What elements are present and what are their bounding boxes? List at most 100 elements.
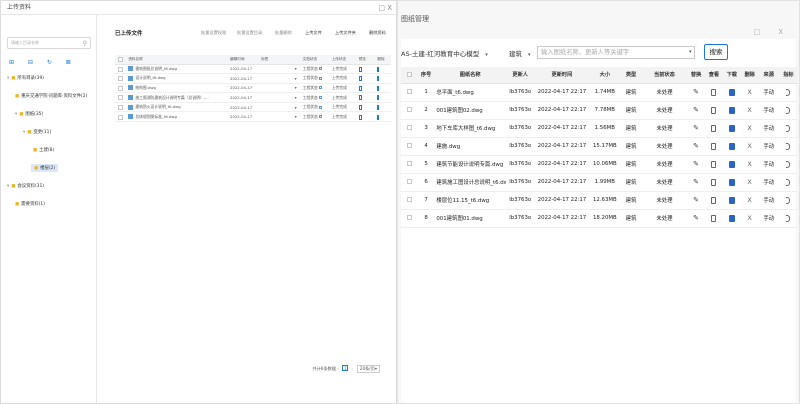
page-size-select[interactable]: 20条/页▾ [356, 365, 380, 373]
delete-x-icon[interactable]: X [747, 178, 751, 186]
tree-item-meetings[interactable]: ▾ ■ 会议资料(31) [7, 183, 44, 189]
download-icon[interactable] [728, 196, 735, 204]
view-document-icon[interactable] [711, 178, 717, 186]
tree-item-all[interactable]: ▾ ■ 所有目录(39) [7, 75, 44, 81]
delete-material-button[interactable]: 删除资料 [369, 30, 386, 36]
header-select-all[interactable] [401, 67, 418, 84]
row-checkbox[interactable] [118, 104, 123, 110]
preview-icon[interactable] [358, 95, 362, 101]
row-checkbox[interactable] [118, 66, 123, 72]
row-checkbox[interactable] [406, 179, 412, 184]
doc-status[interactable]: 工程状态 [303, 95, 318, 100]
keyword-search-input[interactable]: 输入图纸名称、更新人等关键字 [537, 46, 695, 59]
delete-icon[interactable] [377, 114, 380, 120]
file-name[interactable]: 建筑图纸总说明_t6.dwg [135, 66, 177, 71]
model-select[interactable]: AS-土建-红河教育中心模型 ▾ [401, 48, 488, 58]
metric-icon[interactable] [786, 160, 791, 168]
delete-x-icon[interactable]: X [747, 88, 751, 96]
tree-item-changes[interactable]: ▾ ■ 变更(11) [23, 129, 51, 135]
batch-directory-button[interactable]: 批量设置目录 [237, 30, 262, 36]
file-name[interactable]: 施工图消防建筑设计说明专篇（总说明）-... [135, 95, 208, 100]
metric-icon[interactable] [786, 124, 791, 132]
checkbox[interactable] [118, 56, 123, 62]
delete-icon[interactable] [377, 104, 380, 110]
preview-icon[interactable] [358, 85, 362, 91]
metric-icon[interactable] [786, 196, 791, 204]
doc-status[interactable]: 工程状态 [303, 114, 318, 119]
caret-down-icon[interactable]: ▾ [7, 184, 9, 189]
chevron-down-icon[interactable]: ▾ [689, 49, 692, 55]
metric-icon[interactable] [786, 178, 791, 186]
doc-status[interactable]: 工程状态 [303, 104, 318, 109]
row-checkbox[interactable] [118, 114, 123, 120]
view-document-icon[interactable] [711, 160, 717, 168]
batch-permission-button[interactable]: 批量设置权限 [201, 30, 226, 36]
metric-icon[interactable] [786, 88, 791, 96]
row-checkbox[interactable] [406, 197, 412, 202]
delete-icon[interactable] [377, 85, 380, 91]
download-icon[interactable] [728, 106, 735, 114]
delete-x-icon[interactable]: X [747, 196, 751, 204]
view-document-icon[interactable] [711, 124, 717, 132]
download-icon[interactable] [728, 214, 735, 222]
metric-icon[interactable] [786, 142, 791, 150]
drawing-name[interactable]: 地下车库大样图_t6.dwg [434, 119, 506, 138]
tag-dropdown[interactable]: ▾ [258, 111, 300, 123]
tree-item-drawings[interactable]: ▾ ■ 图纸(35) [15, 111, 43, 117]
preview-icon[interactable] [358, 66, 362, 72]
delete-icon[interactable] [377, 76, 380, 82]
row-checkbox[interactable] [406, 89, 412, 94]
drawing-name[interactable]: 楼层位11.15_t6.dwg [434, 191, 506, 210]
batch-delete-button[interactable]: 批量删除 [275, 30, 292, 36]
edit-pen-icon[interactable]: ✎ [693, 178, 699, 185]
metric-icon[interactable] [786, 106, 791, 114]
preview-icon[interactable] [358, 76, 362, 82]
row-checkbox[interactable] [118, 76, 123, 82]
delete-x-icon[interactable]: X [747, 142, 751, 150]
drawing-name[interactable]: 建筑施工图设计总说明_t6.dwg [434, 173, 506, 192]
major-select[interactable]: 建筑 ▾ [509, 48, 531, 58]
row-checkbox[interactable] [406, 107, 412, 112]
tree-item-civil[interactable]: ■ 土建(8) [33, 147, 54, 153]
upload-file-button[interactable]: 上传文件 [305, 30, 322, 36]
row-checkbox[interactable] [406, 161, 412, 166]
file-name[interactable]: 设计说明_t6.dwg [135, 75, 165, 80]
edit-pen-icon[interactable]: ✎ [693, 88, 699, 95]
metric-icon[interactable] [786, 214, 791, 222]
row-checkbox[interactable] [406, 143, 412, 148]
row-checkbox[interactable] [118, 95, 123, 101]
checkbox[interactable] [406, 71, 412, 77]
file-name[interactable]: 结构图.dwg [135, 85, 156, 90]
edit-pen-icon[interactable]: ✎ [693, 160, 699, 167]
drawing-name[interactable]: 总平面_t6.dwg [434, 83, 506, 102]
view-document-icon[interactable] [711, 214, 717, 222]
next-page-icon[interactable]: › [352, 366, 354, 371]
tag-dropdown[interactable]: ▾ [258, 73, 300, 84]
download-icon[interactable] [728, 142, 735, 150]
delete-x-icon[interactable]: X [747, 124, 751, 132]
row-checkbox[interactable] [118, 85, 123, 91]
drawing-name[interactable]: 建筑节能设计说明专篇.dwg [434, 155, 506, 174]
edit-pen-icon[interactable]: ✎ [693, 124, 699, 131]
delete-icon[interactable] [377, 95, 380, 101]
tree-item-needs[interactable]: ■ 需要资料(1) [15, 201, 45, 207]
doc-status[interactable]: 工程状态 [303, 75, 318, 80]
file-name[interactable]: 总体规划图标准_t6.dwg [135, 114, 177, 119]
download-icon[interactable] [728, 88, 735, 96]
upload-window-close-button[interactable]: □ X [378, 1, 392, 15]
drawing-name[interactable]: 建施.dwg [434, 137, 506, 156]
search-icon[interactable]: ⚲ [83, 39, 87, 49]
tree-toolbar[interactable]: ⊞ ⊟ ↻ ⊠ [9, 59, 77, 66]
drawing-name[interactable]: 001建筑图01.dwg [434, 209, 506, 228]
edit-pen-icon[interactable]: ✎ [693, 196, 699, 203]
view-document-icon[interactable] [711, 196, 717, 204]
header-select-all[interactable] [115, 55, 126, 65]
prev-page-icon[interactable]: ‹ [337, 366, 339, 371]
tree-item-library[interactable]: ■ 重庆交通学院·问题库·资料文件(2) [15, 93, 87, 99]
drawing-name[interactable]: 001建筑图02.dwg [434, 101, 506, 120]
directory-search-input[interactable]: 请输入目录名称 ⚲ [7, 37, 91, 49]
delete-x-icon[interactable]: X [747, 160, 751, 168]
search-button[interactable]: 搜索 [704, 44, 728, 60]
tag-dropdown[interactable]: ▾ [258, 83, 300, 94]
row-checkbox[interactable] [406, 125, 412, 130]
